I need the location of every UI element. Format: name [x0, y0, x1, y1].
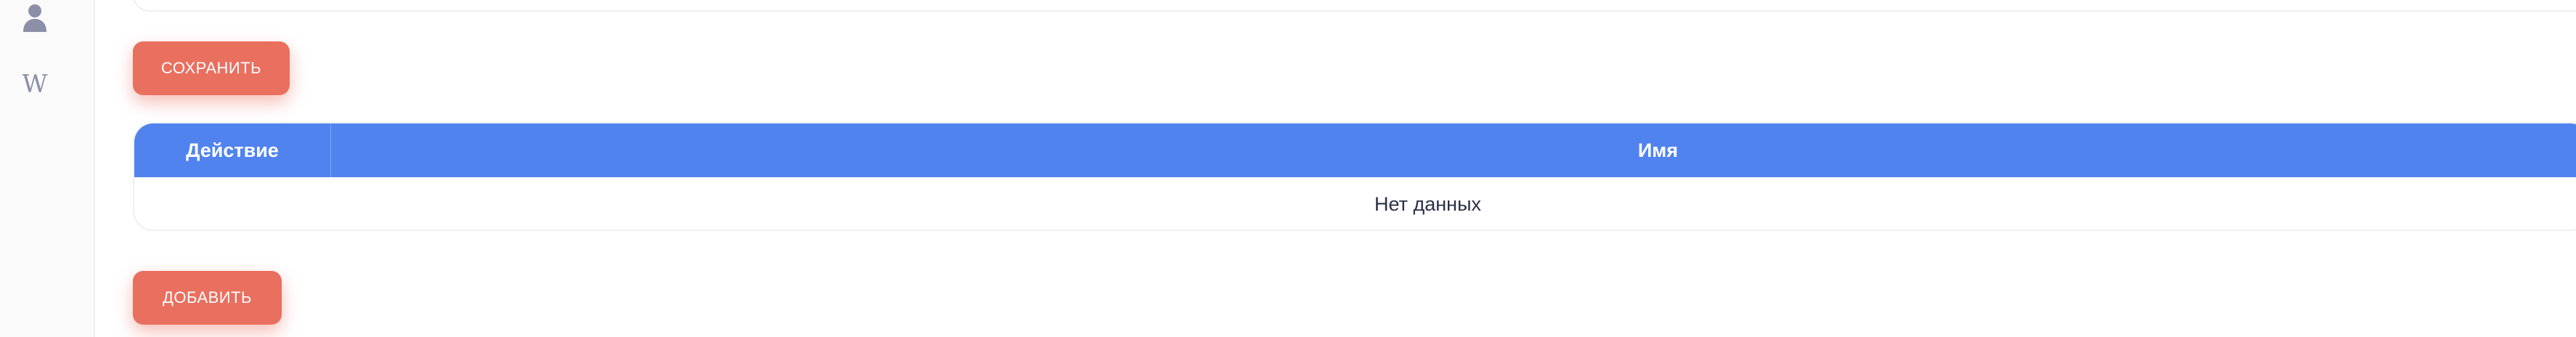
table-empty-row: Нет данных: [134, 177, 2576, 230]
page: W СОХРАНИТЬ Действие Имя Нет данных ДОБА…: [0, 0, 2576, 337]
empty-state-text: Нет данных: [1374, 192, 1481, 215]
previous-card: [133, 0, 2576, 12]
sidebar-item-user[interactable]: [20, 3, 49, 32]
user-icon: [23, 4, 46, 32]
save-button[interactable]: СОХРАНИТЬ: [133, 41, 290, 95]
sidebar-item-wiki[interactable]: W: [20, 70, 49, 99]
data-table: Действие Имя Нет данных: [133, 122, 2576, 231]
column-header-action[interactable]: Действие: [134, 123, 331, 177]
add-button[interactable]: ДОБАВИТЬ: [133, 271, 282, 325]
main-content: СОХРАНИТЬ Действие Имя Нет данных ДОБАВИ…: [133, 0, 2576, 337]
table-header: Действие Имя: [134, 123, 2576, 177]
sidebar: W: [0, 0, 95, 337]
column-header-name[interactable]: Имя: [331, 123, 2576, 177]
wiki-icon: W: [22, 70, 48, 99]
